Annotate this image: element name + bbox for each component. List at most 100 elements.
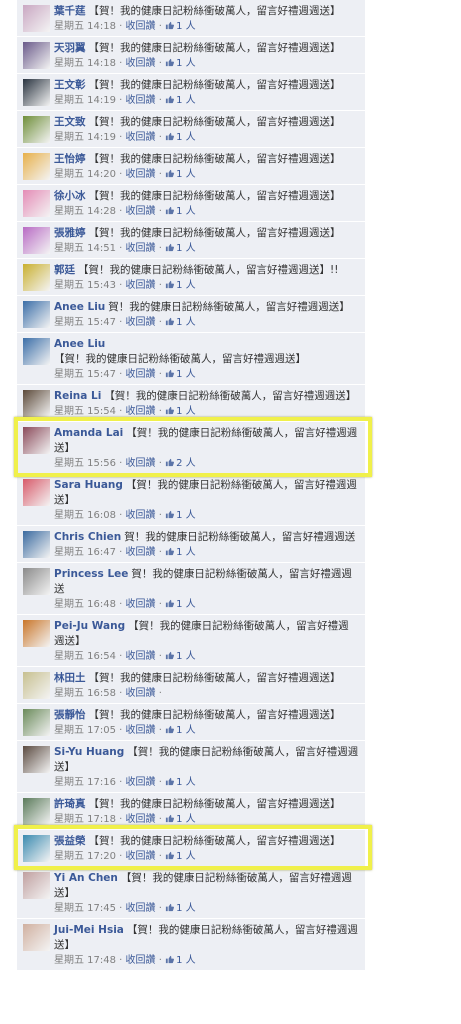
- like-count[interactable]: 1 人: [165, 599, 196, 610]
- commenter-name[interactable]: 徐小冰: [54, 190, 86, 202]
- avatar[interactable]: [23, 568, 50, 595]
- avatar[interactable]: [23, 116, 50, 143]
- avatar[interactable]: [23, 709, 50, 736]
- commenter-name[interactable]: 許琦真: [54, 798, 86, 810]
- comment-row: 葉千莛 【賀！我的健康日記粉絲衝破萬人，留言好禮週週送】 星期五 14:18 · 收…: [17, 0, 365, 37]
- reply-link[interactable]: 收回讚: [126, 814, 156, 825]
- like-number: 1 人: [176, 317, 196, 328]
- reply-link[interactable]: 收回讚: [126, 95, 156, 106]
- reply-link[interactable]: 收回讚: [126, 406, 156, 417]
- avatar[interactable]: [23, 5, 50, 32]
- avatar[interactable]: [23, 479, 50, 506]
- commenter-name[interactable]: 林田土: [54, 672, 86, 684]
- avatar[interactable]: [23, 338, 50, 365]
- like-count[interactable]: 1 人: [165, 317, 196, 328]
- like-number: 1 人: [176, 725, 196, 736]
- commenter-name[interactable]: Si-Yu Huang: [54, 746, 124, 758]
- like-count[interactable]: 1 人: [165, 132, 196, 143]
- comment-text: 【賀！我的健康日記粉絲衝破萬人，留言好禮週週送】: [88, 227, 341, 239]
- like-count[interactable]: 1 人: [165, 903, 196, 914]
- like-count[interactable]: 1 人: [165, 58, 196, 69]
- avatar[interactable]: [23, 79, 50, 106]
- avatar[interactable]: [23, 264, 50, 291]
- commenter-name[interactable]: Yi An Chen: [54, 872, 118, 884]
- reply-link[interactable]: 收回讚: [126, 206, 156, 217]
- reply-link[interactable]: 收回讚: [126, 243, 156, 254]
- like-count[interactable]: 1 人: [165, 406, 196, 417]
- commenter-name[interactable]: 王怡婷: [54, 153, 86, 165]
- avatar[interactable]: [23, 672, 50, 699]
- commenter-name[interactable]: 葉千莛: [54, 5, 86, 17]
- commenter-name[interactable]: Sara Huang: [54, 479, 123, 491]
- avatar[interactable]: [23, 301, 50, 328]
- thumbs-up-icon: [165, 651, 175, 660]
- commenter-name[interactable]: Reina Li: [54, 390, 101, 402]
- like-count[interactable]: 1 人: [165, 777, 196, 788]
- commenter-name[interactable]: Anee Liu: [54, 338, 105, 350]
- reply-link[interactable]: 收回讚: [126, 169, 156, 180]
- comment-body: 林田土 【賀！我的健康日記粉絲衝破萬人，留言好禮週週送】: [54, 671, 359, 686]
- like-count[interactable]: 1 人: [165, 651, 196, 662]
- reply-link[interactable]: 收回讚: [126, 132, 156, 143]
- comment-body: 許琦真 【賀！我的健康日記粉絲衝破萬人，留言好禮週週送】: [54, 797, 359, 812]
- like-count[interactable]: 1 人: [165, 169, 196, 180]
- reply-link[interactable]: 收回讚: [126, 317, 156, 328]
- comment-meta: 星期五 14:20 · 收回讚 · 1 人: [54, 169, 196, 180]
- avatar[interactable]: [23, 227, 50, 254]
- commenter-name[interactable]: 王文致: [54, 116, 86, 128]
- avatar[interactable]: [23, 42, 50, 69]
- comment-body: Anee Liu 賀！我的健康日記粉絲衝破萬人，留言好禮週週送】: [54, 300, 359, 315]
- commenter-name[interactable]: 張靜怡: [54, 709, 86, 721]
- comment-text: 【賀！我的健康日記粉絲衝破萬人，留言好禮週週送】!!: [78, 264, 339, 276]
- thumbs-up-icon: [165, 317, 175, 326]
- commenter-name[interactable]: 郭廷: [54, 264, 75, 276]
- comment-time: 星期五 17:45: [54, 903, 116, 914]
- comment-meta: 星期五 14:19 · 收回讚 · 1 人: [54, 95, 196, 106]
- reply-link[interactable]: 收回讚: [126, 688, 156, 699]
- avatar[interactable]: [23, 620, 50, 647]
- reply-link[interactable]: 收回讚: [126, 599, 156, 610]
- like-count[interactable]: 1 人: [165, 510, 196, 521]
- reply-link[interactable]: 收回讚: [126, 777, 156, 788]
- reply-link[interactable]: 收回讚: [126, 903, 156, 914]
- commenter-name[interactable]: 天羽翼: [54, 42, 86, 54]
- like-count[interactable]: 1 人: [165, 814, 196, 825]
- like-count[interactable]: 1 人: [165, 21, 196, 32]
- avatar[interactable]: [23, 924, 50, 951]
- like-number: 1 人: [176, 21, 196, 32]
- like-count[interactable]: 1 人: [165, 280, 196, 291]
- commenter-name[interactable]: Pei-Ju Wang: [54, 620, 125, 632]
- like-number: 1 人: [176, 903, 196, 914]
- reply-link[interactable]: 收回讚: [126, 725, 156, 736]
- commenter-name[interactable]: Jui-Mei Hsia: [54, 924, 124, 936]
- commenter-name[interactable]: Chris Chien: [54, 531, 121, 543]
- reply-link[interactable]: 收回讚: [126, 547, 156, 558]
- like-count[interactable]: 1 人: [165, 206, 196, 217]
- reply-link[interactable]: 收回讚: [126, 369, 156, 380]
- commenter-name[interactable]: Princess Lee: [54, 568, 128, 580]
- comment-time: 星期五 14:18: [54, 21, 116, 32]
- reply-link[interactable]: 收回讚: [126, 21, 156, 32]
- reply-link[interactable]: 收回讚: [126, 955, 156, 966]
- like-count[interactable]: 1 人: [165, 369, 196, 380]
- like-count[interactable]: 1 人: [165, 547, 196, 558]
- reply-link[interactable]: 收回讚: [126, 651, 156, 662]
- avatar[interactable]: [23, 746, 50, 773]
- like-count[interactable]: 1 人: [165, 243, 196, 254]
- reply-link[interactable]: 收回讚: [126, 58, 156, 69]
- comment-body: Anee Liu 【賀！我的健康日記粉絲衝破萬人，留言好禮週週送】: [54, 337, 359, 367]
- avatar[interactable]: [23, 798, 50, 825]
- avatar[interactable]: [23, 153, 50, 180]
- reply-link[interactable]: 收回讚: [126, 510, 156, 521]
- like-count[interactable]: 1 人: [165, 725, 196, 736]
- avatar[interactable]: [23, 390, 50, 417]
- commenter-name[interactable]: 王文彰: [54, 79, 86, 91]
- commenter-name[interactable]: Anee Liu: [54, 301, 105, 313]
- avatar[interactable]: [23, 872, 50, 899]
- reply-link[interactable]: 收回讚: [126, 280, 156, 291]
- commenter-name[interactable]: 張雅婷: [54, 227, 86, 239]
- like-count[interactable]: 1 人: [165, 95, 196, 106]
- like-count[interactable]: 1 人: [165, 955, 196, 966]
- avatar[interactable]: [23, 531, 50, 558]
- avatar[interactable]: [23, 190, 50, 217]
